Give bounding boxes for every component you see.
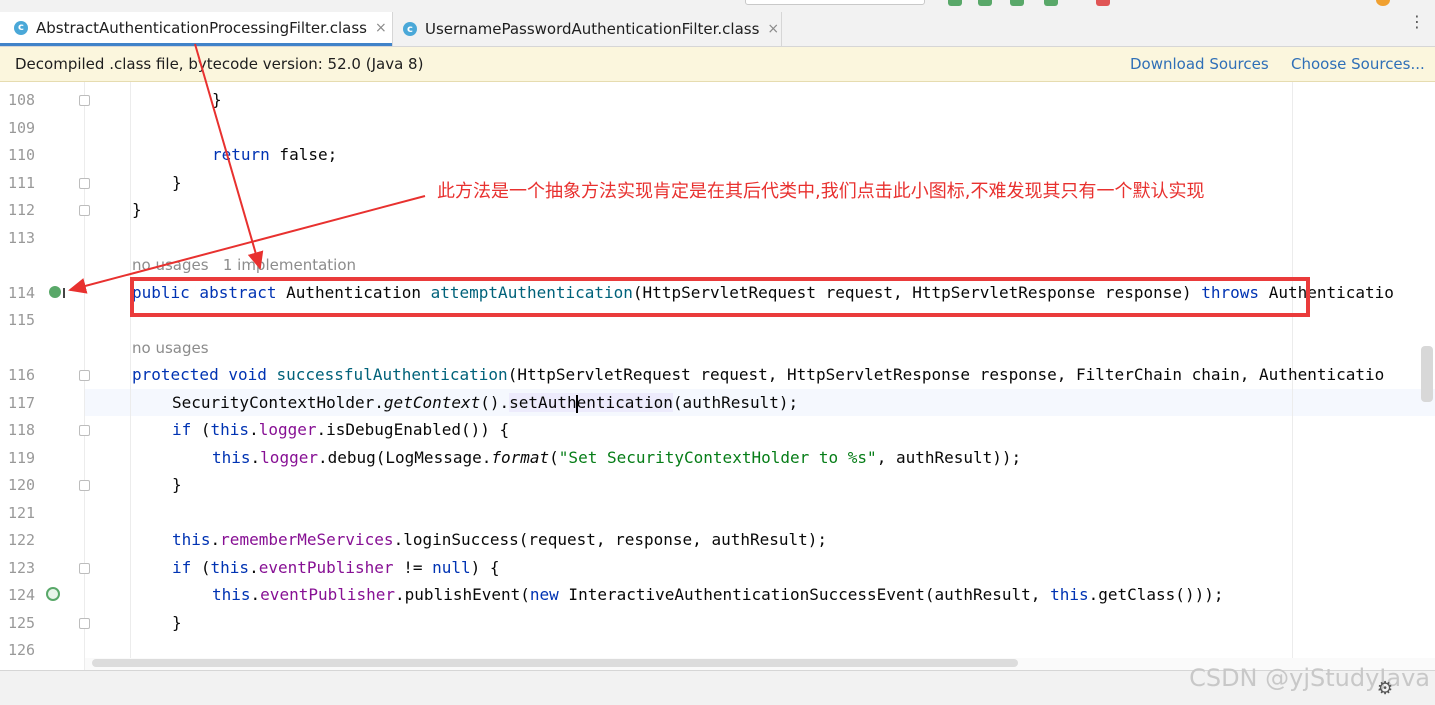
line-number: 112 [8, 201, 36, 219]
tab-label: AbstractAuthenticationProcessingFilter.c… [36, 18, 367, 37]
run-config-selector[interactable] [745, 0, 925, 5]
line-number: 124 [8, 586, 36, 604]
horizontal-scrollbar[interactable] [92, 659, 1018, 667]
decompiled-banner: Decompiled .class file, bytecode version… [0, 47, 1435, 82]
download-sources-link[interactable]: Download Sources [1130, 55, 1269, 73]
line-number: 114 [8, 284, 36, 302]
code-line-116: protected void successfulAuthentication(… [132, 365, 1385, 384]
line-number: 126 [8, 641, 36, 659]
code-line-125: } [172, 613, 182, 632]
code-line-110: return false; [212, 145, 338, 164]
banner-message: Decompiled .class file, bytecode version… [15, 55, 424, 73]
usages-hint[interactable]: no usages [132, 339, 209, 357]
gear-icon[interactable]: ⚙ [1377, 678, 1393, 699]
close-icon[interactable]: × [767, 21, 779, 37]
line-number: 109 [8, 119, 36, 137]
coverage-icon[interactable] [1010, 0, 1024, 6]
code-line-118: if (this.logger.isDebugEnabled()) { [172, 420, 510, 439]
line-number: 119 [8, 449, 36, 467]
run-icon[interactable] [948, 0, 962, 6]
fold-marker[interactable] [79, 95, 90, 106]
code-line-117: SecurityContextHolder.getContext().setAu… [172, 393, 799, 413]
fold-marker[interactable] [79, 178, 90, 189]
indent-guide [130, 82, 131, 670]
line-number: 110 [8, 146, 36, 164]
vertical-scrollbar[interactable] [1421, 346, 1433, 402]
fold-marker[interactable] [79, 563, 90, 574]
fold-marker[interactable] [79, 205, 90, 216]
fold-marker[interactable] [79, 370, 90, 381]
avatar-icon[interactable] [1376, 0, 1390, 6]
close-icon[interactable]: × [375, 20, 387, 36]
line-number: 115 [8, 311, 36, 329]
editor-tabs: c AbstractAuthenticationProcessingFilter… [0, 12, 1435, 47]
annotation-note: 此方法是一个抽象方法实现肯定是在其后代类中,我们点击此小图标,不难发现其只有一个… [437, 181, 1205, 202]
line-number: 118 [8, 421, 36, 439]
line-number: 120 [8, 476, 36, 494]
profile-icon[interactable] [1044, 0, 1058, 6]
implemented-by-icon[interactable] [49, 286, 65, 298]
tab-username-password-authentication-filter[interactable]: c UsernamePasswordAuthenticationFilter.c… [392, 12, 782, 46]
code-line-120: } [172, 475, 182, 494]
class-icon: c [403, 22, 417, 36]
fold-marker[interactable] [79, 480, 90, 491]
stop-icon[interactable] [1096, 0, 1110, 6]
highlight-box [130, 277, 1310, 317]
code-line-122: this.rememberMeServices.loginSuccess(req… [172, 530, 828, 549]
line-number: 122 [8, 531, 36, 549]
line-number: 111 [8, 174, 36, 192]
line-number: 113 [8, 229, 36, 247]
more-tabs-icon[interactable]: ⋮ [1409, 12, 1425, 31]
spring-bean-icon[interactable] [46, 587, 60, 601]
class-icon: c [14, 20, 28, 35]
code-line-123: if (this.eventPublisher != null) { [172, 558, 500, 577]
fold-marker[interactable] [79, 618, 90, 629]
arrow-to-icon [68, 195, 426, 294]
tab-abstract-authentication-processing-filter[interactable]: c AbstractAuthenticationProcessingFilter… [0, 12, 392, 46]
watermark: CSDN @yjStudyJava [1189, 664, 1430, 692]
line-number: 116 [8, 366, 36, 384]
line-number: 125 [8, 614, 36, 632]
tab-label: UsernamePasswordAuthenticationFilter.cla… [425, 20, 760, 38]
line-number: 117 [8, 394, 36, 412]
code-line-111: } [172, 173, 182, 192]
code-line-119: this.logger.debug(LogMessage.format("Set… [212, 448, 1022, 467]
toolbar-strip [0, 0, 1435, 12]
choose-sources-link[interactable]: Choose Sources... [1291, 55, 1425, 73]
code-line-112: } [132, 200, 142, 219]
fold-marker[interactable] [79, 425, 90, 436]
code-line-108: } [212, 90, 222, 109]
line-number: 123 [8, 559, 36, 577]
line-number: 121 [8, 504, 36, 522]
code-line-124: this.eventPublisher.publishEvent(new Int… [212, 585, 1224, 604]
debug-icon[interactable] [978, 0, 992, 6]
usages-hint[interactable]: no usages 1 implementation [132, 256, 356, 274]
line-number: 108 [8, 91, 36, 109]
